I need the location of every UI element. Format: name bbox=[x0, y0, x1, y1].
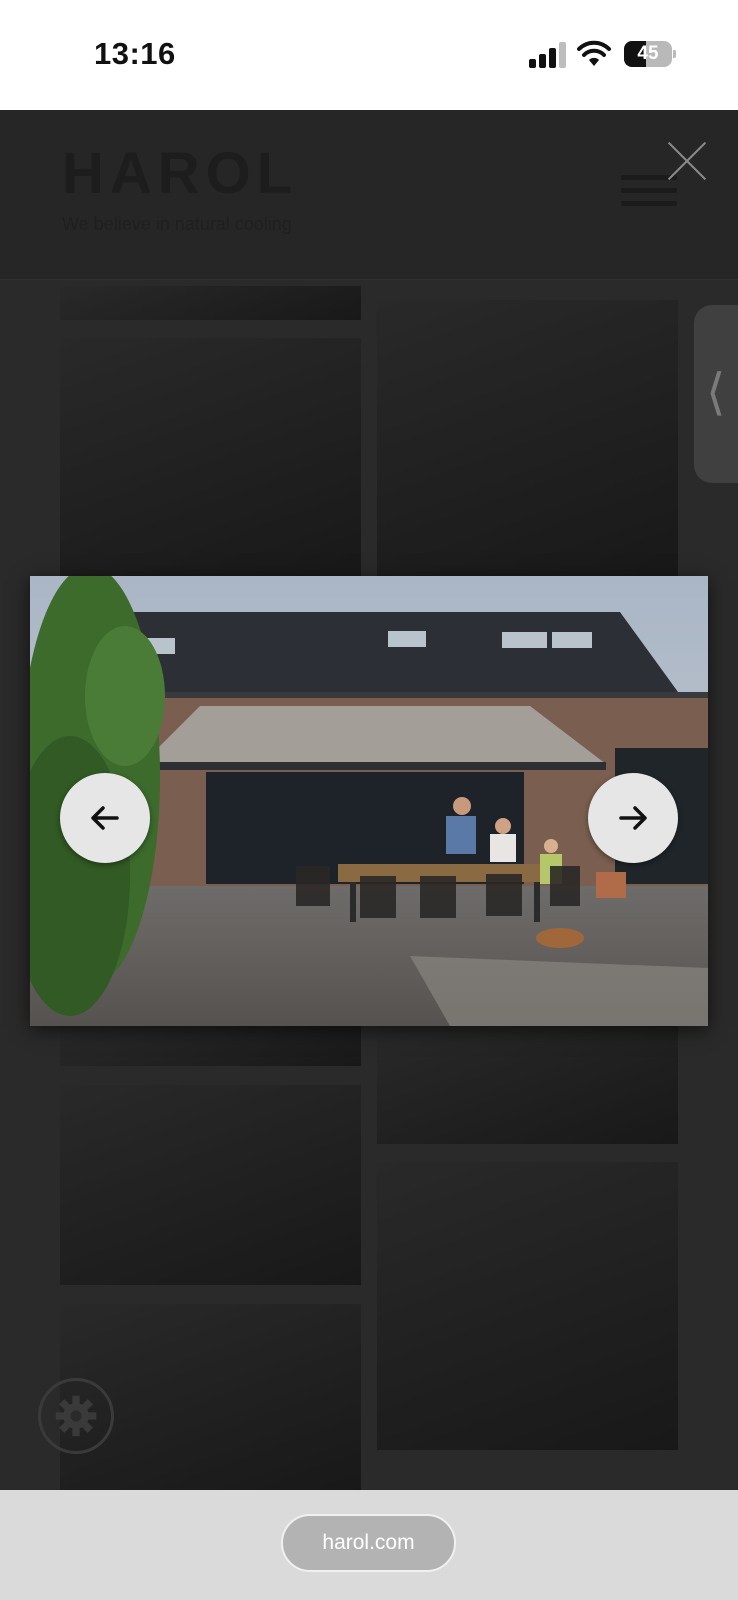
gallery-tile[interactable] bbox=[60, 1026, 361, 1066]
status-time: 13:16 bbox=[94, 36, 176, 71]
gallery-tile[interactable] bbox=[60, 1085, 361, 1285]
arrow-right-icon bbox=[619, 806, 647, 830]
previous-image-button[interactable] bbox=[60, 773, 150, 863]
gallery-tile[interactable] bbox=[377, 300, 678, 578]
gear-icon[interactable] bbox=[38, 1378, 114, 1454]
gallery-tile[interactable] bbox=[377, 1026, 678, 1144]
chevron-left-icon: ⟨ bbox=[706, 364, 726, 420]
side-panel-tab[interactable]: ⟨ bbox=[694, 305, 738, 483]
gallery-tile[interactable] bbox=[377, 1162, 678, 1450]
gallery-tile[interactable] bbox=[60, 286, 361, 320]
gallery-tile[interactable] bbox=[60, 338, 361, 578]
status-bar: 13:16 45 bbox=[0, 0, 738, 110]
address-bar[interactable]: harol.com bbox=[281, 1514, 456, 1572]
site-logo[interactable]: HAROL bbox=[62, 140, 298, 207]
arrow-left-icon bbox=[91, 806, 119, 830]
close-icon[interactable] bbox=[664, 138, 710, 184]
cellular-signal-icon bbox=[529, 42, 566, 68]
battery-icon: 45 bbox=[624, 41, 676, 67]
wifi-icon bbox=[577, 40, 611, 66]
next-image-button[interactable] bbox=[588, 773, 678, 863]
site-tagline: We believe in natural cooling bbox=[62, 214, 292, 234]
site-header: HAROL We believe in natural cooling bbox=[0, 110, 738, 280]
browser-bottom-bar: harol.com bbox=[0, 1490, 738, 1600]
battery-level: 45 bbox=[637, 43, 659, 64]
